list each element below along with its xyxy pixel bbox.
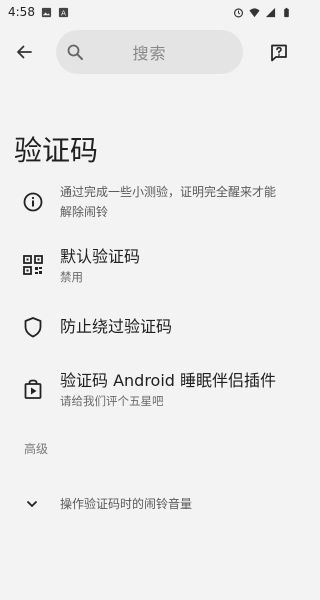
default-captcha-subtitle: 禁用 [60,270,83,284]
status-time: 4:58 [8,5,35,19]
advanced-section-header: 高级 [24,442,49,456]
font-icon: A [58,7,69,17]
store-icon [24,379,42,399]
plugin-title: 验证码 Android 睡眠伴侣插件 [60,371,277,390]
image-icon [41,7,52,17]
info-row: 通过完成一些小测验，证明完全醒来才能解除闹铃 [0,180,300,224]
shield-icon [24,317,42,338]
wifi-icon [249,7,260,17]
search-placeholder: 搜索 [132,44,167,63]
toolbar: 搜索 [0,28,300,76]
plugin-item[interactable]: 验证码 Android 睡眠伴侣插件 请给我们评个五星吧 [0,370,300,414]
search-input[interactable]: 搜索 [56,30,243,74]
qr-code-icon [23,255,43,275]
default-captcha-title: 默认验证码 [60,247,141,266]
chevron-down-icon [27,501,37,507]
alarm-icon [233,7,244,17]
prevent-bypass-item[interactable]: 防止绕过验证码 [0,314,300,340]
advanced-expand-label: 操作验证码时的闹铃音量 [60,497,193,511]
advanced-expand-item[interactable]: 操作验证码时的闹铃音量 [0,492,300,516]
battery-icon [284,7,289,17]
signal-icon [265,7,276,17]
info-text: 通过完成一些小测验，证明完全醒来才能解除闹铃 [60,185,277,219]
arrow-back-icon [17,45,32,59]
prevent-bypass-title: 防止绕过验证码 [60,317,173,336]
default-captcha-item[interactable]: 默认验证码 禁用 [0,244,300,288]
page-title: 验证码 [14,134,99,167]
back-button[interactable] [12,40,36,64]
info-icon [23,192,43,212]
help-button[interactable] [266,40,292,66]
feedback-help-icon [271,44,287,62]
svg-text:A: A [61,8,66,17]
plugin-subtitle: 请给我们评个五星吧 [60,394,164,408]
status-bar: 4:58 A [0,0,300,24]
